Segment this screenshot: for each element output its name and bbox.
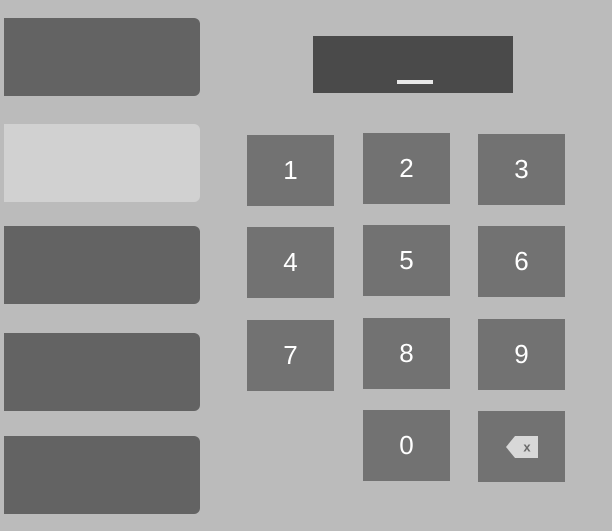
side-button-1[interactable] bbox=[4, 18, 200, 96]
backspace-button[interactable]: x bbox=[478, 411, 565, 482]
key-1[interactable]: 1 bbox=[247, 135, 334, 206]
backspace-mark: x bbox=[523, 439, 531, 454]
backspace-icon: x bbox=[505, 435, 538, 458]
input-cursor bbox=[397, 80, 433, 84]
side-button-4[interactable] bbox=[4, 333, 200, 411]
key-0[interactable]: 0 bbox=[363, 410, 450, 481]
key-4[interactable]: 4 bbox=[247, 227, 334, 298]
entry-display bbox=[313, 36, 513, 93]
side-button-5[interactable] bbox=[4, 436, 200, 514]
key-3[interactable]: 3 bbox=[478, 134, 565, 205]
key-8[interactable]: 8 bbox=[363, 318, 450, 389]
key-6[interactable]: 6 bbox=[478, 226, 565, 297]
side-button-2[interactable] bbox=[4, 124, 200, 202]
key-5[interactable]: 5 bbox=[363, 225, 450, 296]
side-button-3[interactable] bbox=[4, 226, 200, 304]
key-2[interactable]: 2 bbox=[363, 133, 450, 204]
key-9[interactable]: 9 bbox=[478, 319, 565, 390]
key-7[interactable]: 7 bbox=[247, 320, 334, 391]
